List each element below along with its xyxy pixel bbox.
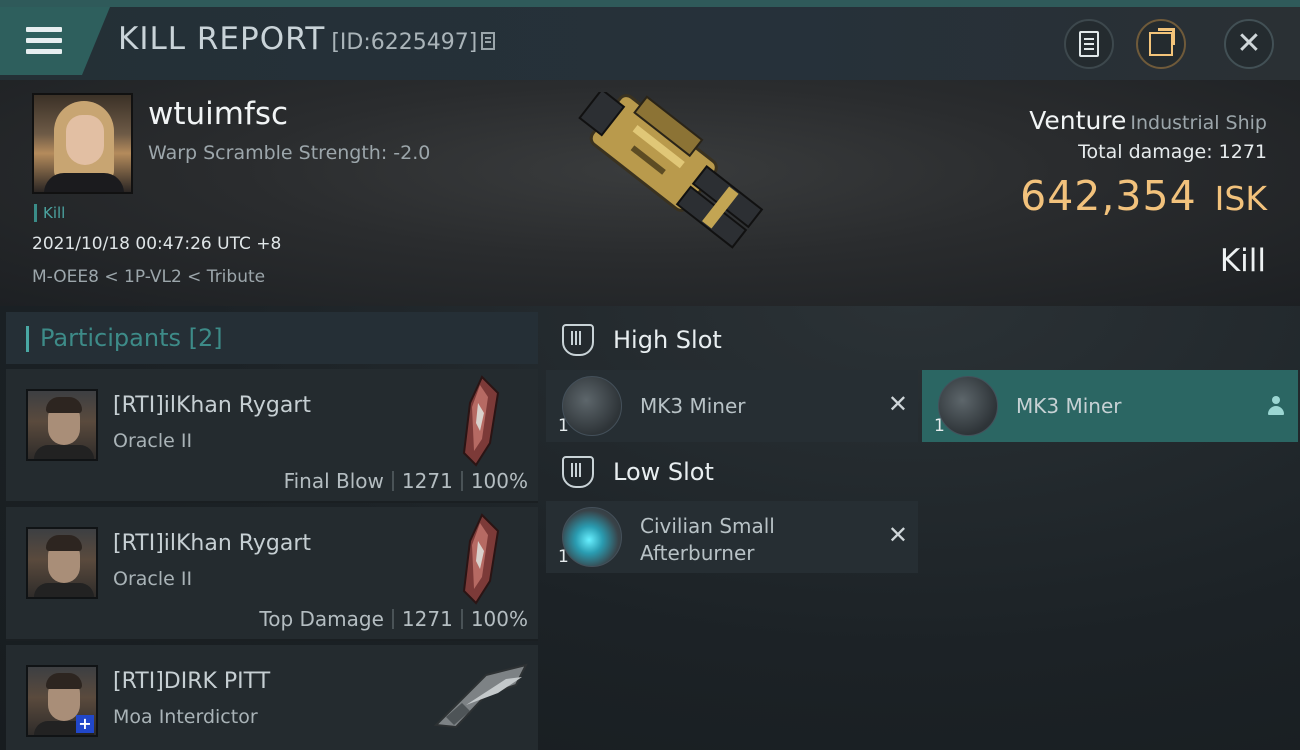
title-text: KILL REPORT	[118, 21, 326, 57]
participant-avatar[interactable]	[26, 389, 98, 461]
header-bar: KILL REPORT [ID:6225497] ✕	[0, 7, 1300, 80]
participant-name: [RTI]ilKhan Rygart	[113, 531, 312, 556]
close-icon: ✕	[1236, 26, 1262, 61]
menu-button[interactable]	[0, 7, 110, 75]
kill-location: M-OEE8 < 1P-VL2 < Tribute	[32, 267, 266, 287]
participant-avatar[interactable]	[26, 527, 98, 599]
participants-header: Participants [2]	[6, 312, 538, 364]
module-quantity: 1	[934, 416, 945, 436]
destroyed-x-icon: ✕	[887, 390, 908, 418]
participant-role: Top Damage	[259, 607, 384, 631]
close-button[interactable]: ✕	[1224, 19, 1274, 69]
participant-damage: 1271	[401, 469, 453, 493]
participant-stats: Top Damage 1271 100%	[259, 607, 528, 631]
participant-card[interactable]: [RTI]ilKhan Rygart Oracle II Top Damage 1…	[6, 507, 538, 641]
participant-ship: Oracle II	[113, 568, 193, 590]
person-icon	[1268, 396, 1284, 416]
victim-avatar[interactable]	[32, 93, 133, 194]
participants-title: Participants [2]	[40, 324, 223, 352]
report-id: [ID:6225497]	[331, 30, 478, 55]
participant-ship: Oracle II	[113, 430, 193, 452]
participant-percent: 100%	[470, 469, 528, 493]
ship-class: Industrial Ship	[1130, 112, 1267, 134]
kill-result: Kill	[1219, 243, 1266, 279]
total-damage-value: 1271	[1218, 141, 1267, 163]
isk-value: 642,354	[1020, 172, 1197, 220]
participant-avatar[interactable]: +	[26, 665, 98, 737]
participant-name: [RTI]ilKhan Rygart	[113, 393, 312, 418]
document-icon	[1079, 31, 1099, 57]
participant-damage: 1271	[401, 607, 453, 631]
low-slot-label: Low Slot	[613, 458, 714, 486]
participant-percent: 100%	[470, 607, 528, 631]
module-name: MK3 Miner	[640, 394, 746, 418]
venture-ship-image	[578, 92, 764, 249]
afterburner-icon	[562, 507, 622, 567]
total-damage-label: Total damage:	[1078, 141, 1213, 163]
low-slot-icon	[562, 456, 594, 488]
kill-report-window: KILL REPORT [ID:6225497] ✕ wtuimfsc Warp …	[0, 0, 1300, 750]
high-slot-label: High Slot	[613, 326, 722, 354]
module-name: Civilian Small Afterburner	[640, 514, 775, 565]
oracle-ship-image	[462, 375, 500, 467]
low-slot-header: Low Slot	[546, 444, 1298, 502]
accent-bar	[26, 326, 29, 352]
moa-ship-image	[433, 663, 528, 729]
victim-panel: wtuimfsc Warp Scramble Strength: -2.0 Ki…	[0, 80, 1300, 306]
plus-badge-icon: +	[76, 715, 94, 733]
module-item[interactable]: 1 Civilian Small Afterburner ✕	[546, 501, 918, 573]
module-item-selected[interactable]: 1 MK3 Miner	[922, 370, 1298, 442]
participant-name: [RTI]DIRK PITT	[113, 669, 271, 694]
isk-unit: ISK	[1214, 179, 1267, 218]
hamburger-icon	[26, 27, 62, 55]
report-button[interactable]	[1064, 19, 1114, 69]
module-item[interactable]: 1 MK3 Miner ✕	[546, 370, 918, 442]
kill-tag: Kill	[34, 204, 65, 222]
mining-laser-icon	[562, 376, 622, 436]
share-icon	[1149, 28, 1175, 56]
module-quantity: 1	[558, 416, 569, 436]
top-accent-line	[0, 0, 1300, 7]
share-button[interactable]	[1136, 19, 1186, 69]
victim-ship: Venture Industrial Ship	[1029, 106, 1267, 135]
warp-scramble-strength: Warp Scramble Strength: -2.0	[148, 142, 431, 164]
victim-name[interactable]: wtuimfsc	[148, 96, 288, 132]
mining-laser-icon	[938, 376, 998, 436]
ship-name[interactable]: Venture	[1029, 106, 1126, 135]
total-damage: Total damage: 1271	[1078, 141, 1267, 163]
participant-card[interactable]: [RTI]ilKhan Rygart Oracle II Final Blow 1…	[6, 369, 538, 503]
isk-value-display: 642,354 ISK	[1020, 172, 1267, 220]
kill-datetime: 2021/10/18 00:47:26 UTC +8	[32, 234, 282, 254]
destroyed-x-icon: ✕	[887, 521, 908, 549]
copy-icon[interactable]	[481, 32, 496, 50]
participant-ship: Moa Interdictor	[113, 706, 258, 728]
module-name: MK3 Miner	[1016, 394, 1122, 418]
participant-card[interactable]: + [RTI]DIRK PITT Moa Interdictor	[6, 645, 538, 750]
oracle-ship-image	[462, 513, 500, 605]
module-quantity: 1	[558, 547, 569, 567]
participants-count: [2]	[188, 324, 223, 352]
high-slot-icon	[562, 324, 594, 356]
participants-label: Participants	[40, 324, 181, 352]
high-slot-header: High Slot	[546, 312, 1298, 370]
participant-role: Final Blow	[283, 469, 384, 493]
participant-stats: Final Blow 1271 100%	[284, 469, 528, 493]
page-title: KILL REPORT [ID:6225497]	[118, 21, 496, 57]
